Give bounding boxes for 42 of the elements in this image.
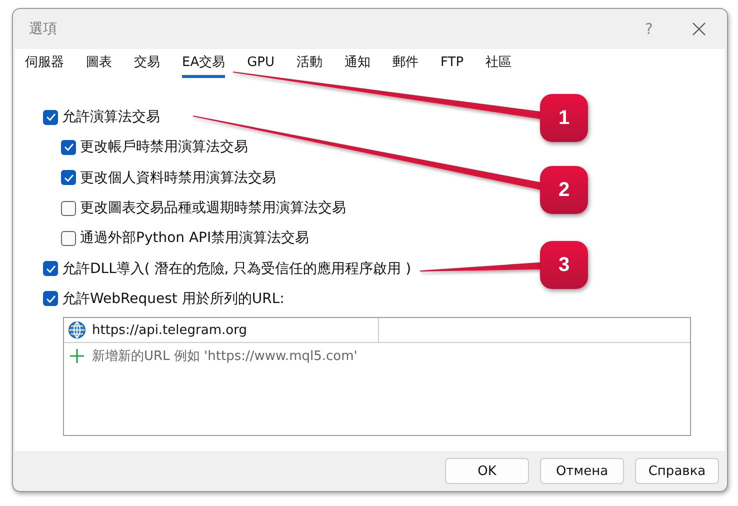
tab[interactable]: 通知 — [344, 53, 371, 78]
checkbox[interactable] — [43, 261, 58, 276]
checkbox[interactable] — [61, 230, 76, 246]
callout-badge: 3 — [540, 241, 588, 289]
checkbox[interactable] — [43, 291, 58, 306]
add-url-row[interactable]: 新增新的URL 例如 'https://www.mql5.com' — [64, 343, 690, 366]
checkbox-label: 通過外部Python API禁用演算法交易 — [80, 229, 310, 248]
url-text: https://api.telegram.org — [92, 322, 247, 338]
checkbox[interactable] — [61, 140, 76, 155]
callout-badge: 1 — [540, 94, 588, 142]
tab[interactable]: GPU — [247, 53, 275, 78]
window-title: 選項 — [29, 20, 58, 38]
dialog-button[interactable]: Отмена — [540, 458, 624, 484]
checkbox-label: 更改帳戶時禁用演算法交易 — [80, 138, 248, 156]
check-icon — [46, 113, 56, 122]
globe-icon — [68, 321, 86, 340]
tab[interactable]: FTP — [440, 53, 464, 78]
checkbox[interactable] — [61, 200, 76, 216]
plus-icon — [70, 349, 84, 364]
add-url-placeholder: 新增新的URL 例如 'https://www.mql5.com' — [92, 348, 358, 366]
callout-badge: 2 — [540, 166, 588, 214]
checkbox[interactable] — [61, 170, 76, 186]
tab[interactable]: 社區 — [486, 53, 512, 78]
tab[interactable]: EA交易 — [182, 53, 226, 78]
tab[interactable]: 圖表 — [86, 53, 112, 78]
tab[interactable]: 伺服器 — [25, 53, 64, 78]
dialog-button[interactable]: Справка — [635, 458, 719, 484]
checkbox-label: 允許WebRequest 用於所列的URL: — [62, 290, 284, 308]
checkbox[interactable] — [43, 110, 58, 125]
checkbox-label: 更改個人資料時禁用演算法交易 — [80, 168, 276, 187]
checkbox-label: 允許DLL導入( 潛在的危險, 只為受信任的應用程序啟用 ) — [62, 260, 412, 278]
check-icon — [46, 294, 56, 303]
check-icon — [46, 264, 56, 273]
checkbox-label: 更改圖表交易品種或週期時禁用演算法交易 — [80, 199, 346, 218]
tab[interactable]: 郵件 — [392, 53, 419, 78]
check-icon — [64, 174, 74, 182]
check-icon — [64, 143, 74, 152]
dialog-button[interactable]: OK — [445, 458, 529, 484]
tab[interactable]: 活動 — [296, 53, 323, 78]
tab[interactable]: 交易 — [134, 53, 160, 78]
close-icon — [692, 22, 706, 36]
checkbox-label: 允許演算法交易 — [62, 108, 160, 126]
